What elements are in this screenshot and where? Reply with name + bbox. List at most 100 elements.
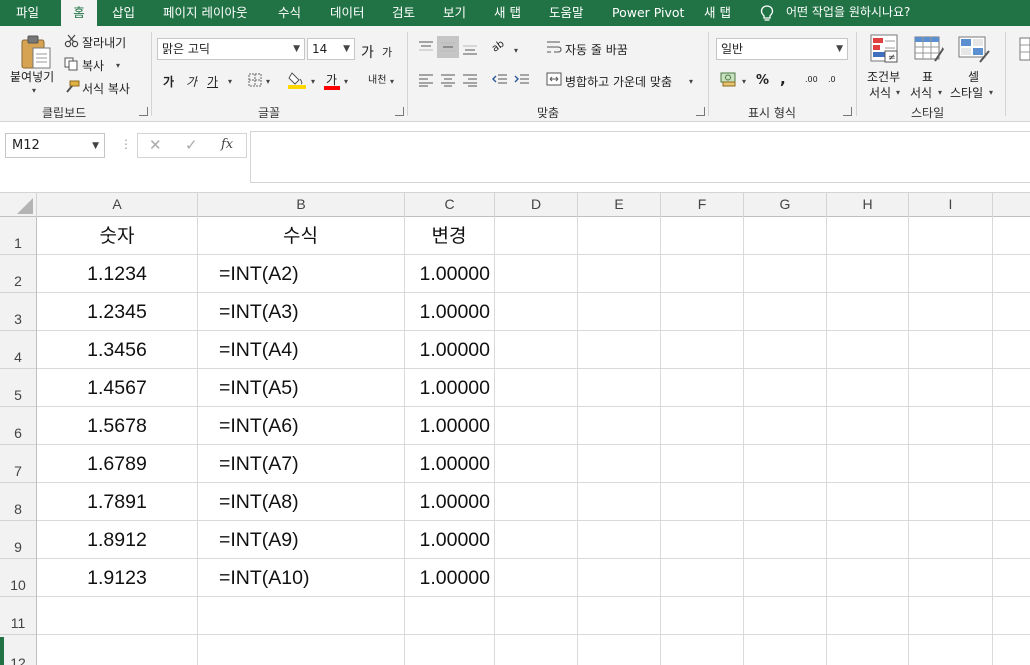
cell-styles-button[interactable]: 셀 [968, 68, 979, 85]
cell-a1[interactable]: 숫자 [37, 217, 197, 255]
align-middle-icon[interactable] [440, 40, 456, 54]
cell-b7[interactable]: =INT(A7) [197, 445, 404, 483]
tab-help[interactable]: 도움말 [549, 0, 584, 26]
merge-center-button[interactable]: 병합하고 가운데 맞춤 [565, 73, 672, 90]
decrease-indent-icon[interactable] [492, 73, 508, 87]
font-launcher-icon[interactable] [395, 107, 404, 116]
insert-function-icon[interactable]: fx [221, 137, 233, 152]
cell-b2[interactable]: =INT(A2) [197, 255, 404, 293]
font-size-combo[interactable]: 14 ▼ [307, 38, 355, 60]
underline-dropdown-icon[interactable]: ▾ [228, 77, 232, 86]
cell-c1[interactable]: 변경 [404, 217, 494, 255]
row-header-12[interactable]: 12 [0, 635, 36, 665]
row-header-7[interactable]: 7 [0, 445, 36, 483]
column-header-b[interactable]: B [198, 193, 405, 217]
column-header-i[interactable]: I [909, 193, 993, 217]
tab-power-pivot[interactable]: Power Pivot [612, 0, 684, 26]
fill-color-dropdown-icon[interactable]: ▾ [311, 77, 315, 86]
accounting-dropdown-icon[interactable]: ▾ [742, 77, 746, 86]
comma-button[interactable]: , [780, 70, 786, 88]
cell-b8[interactable]: =INT(A8) [197, 483, 404, 521]
decrease-decimal-button[interactable]: .0 [828, 75, 836, 84]
cut-button[interactable]: 잘라내기 [82, 34, 126, 51]
tab-file[interactable]: 파일 [16, 0, 39, 26]
tell-me-box[interactable]: 어떤 작업을 원하시나요? [760, 0, 910, 26]
format-as-table-button[interactable]: 표 [922, 68, 933, 85]
italic-button[interactable]: 가 [186, 73, 197, 90]
cell-c8[interactable]: 1.00000 [404, 483, 494, 521]
column-header-d[interactable]: D [495, 193, 578, 217]
align-left-icon[interactable] [418, 73, 434, 87]
percent-button[interactable]: % [756, 73, 769, 88]
merge-dropdown-icon[interactable]: ▾ [689, 77, 693, 86]
align-bottom-icon[interactable] [462, 42, 478, 56]
copy-button[interactable]: 복사 [82, 57, 104, 74]
row-header-9[interactable]: 9 [0, 521, 36, 559]
cell-c6[interactable]: 1.00000 [404, 407, 494, 445]
column-header-g[interactable]: G [744, 193, 827, 217]
cell-b1[interactable]: 수식 [197, 217, 404, 255]
name-box[interactable]: M12 ▼ [5, 133, 105, 158]
cell-styles-dropdown-icon[interactable]: ▾ [989, 88, 993, 97]
select-all-button[interactable] [0, 193, 37, 217]
enter-icon[interactable]: ✓ [185, 136, 198, 154]
format-as-table-icon[interactable] [914, 34, 944, 64]
tab-home[interactable]: 홈 [61, 0, 97, 26]
paste-dropdown-icon[interactable]: ▾ [32, 86, 36, 95]
cell-c3[interactable]: 1.00000 [404, 293, 494, 331]
accounting-format-icon[interactable] [720, 71, 738, 87]
format-table-dropdown-icon[interactable]: ▾ [938, 88, 942, 97]
cell-c4[interactable]: 1.00000 [404, 331, 494, 369]
increase-decimal-button[interactable]: .00 [805, 75, 818, 84]
cell-b3[interactable]: =INT(A3) [197, 293, 404, 331]
cell-a5[interactable]: 1.4567 [37, 369, 197, 407]
cell-b9[interactable]: =INT(A9) [197, 521, 404, 559]
tab-insert[interactable]: 삽입 [112, 0, 135, 26]
clipboard-launcher-icon[interactable] [139, 107, 148, 116]
phonetic-dropdown-icon[interactable]: ▾ [390, 77, 394, 86]
cell-b6[interactable]: =INT(A6) [197, 407, 404, 445]
tab-new-tab-2[interactable]: 새 탭 [704, 0, 731, 26]
phonetic-button[interactable]: 내천 [368, 71, 386, 86]
row-header-8[interactable]: 8 [0, 483, 36, 521]
cell-a2[interactable]: 1.1234 [37, 255, 197, 293]
align-right-icon[interactable] [462, 73, 478, 87]
font-color-dropdown-icon[interactable]: ▾ [344, 77, 348, 86]
tab-view[interactable]: 보기 [443, 0, 466, 26]
underline-button[interactable]: 가 [207, 73, 218, 90]
insert-cells-icon[interactable] [1016, 36, 1030, 64]
cell-b4[interactable]: =INT(A4) [197, 331, 404, 369]
tab-page-layout[interactable]: 페이지 레이아웃 [163, 0, 247, 26]
cell-c7[interactable]: 1.00000 [404, 445, 494, 483]
tab-data[interactable]: 데이터 [330, 0, 365, 26]
cell-a10[interactable]: 1.9123 [37, 559, 197, 597]
column-header-c[interactable]: C [405, 193, 495, 217]
cell-b5[interactable]: =INT(A5) [197, 369, 404, 407]
increase-indent-icon[interactable] [514, 73, 530, 87]
font-name-combo[interactable]: 맑은 고딕 ▼ [157, 38, 305, 60]
fill-color-icon[interactable] [288, 70, 306, 93]
conditional-formatting-button[interactable]: 조건부 [867, 68, 900, 85]
cell-a4[interactable]: 1.3456 [37, 331, 197, 369]
grow-font-button[interactable]: 가 [361, 42, 374, 62]
cell-a9[interactable]: 1.8912 [37, 521, 197, 559]
row-header-1[interactable]: 1 [0, 217, 36, 255]
row-header-2[interactable]: 2 [0, 255, 36, 293]
cell-a8[interactable]: 1.7891 [37, 483, 197, 521]
row-header-3[interactable]: 3 [0, 293, 36, 331]
orientation-dropdown-icon[interactable]: ▾ [514, 46, 518, 55]
cell-c10[interactable]: 1.00000 [404, 559, 494, 597]
cell-b10[interactable]: =INT(A10) [197, 559, 404, 597]
cell-c5[interactable]: 1.00000 [404, 369, 494, 407]
row-header-4[interactable]: 4 [0, 331, 36, 369]
number-format-combo[interactable]: 일반 ▼ [716, 38, 848, 60]
conditional-formatting-icon[interactable]: ≠ [870, 34, 900, 64]
column-header-e[interactable]: E [578, 193, 661, 217]
column-header-h[interactable]: H [827, 193, 909, 217]
copy-dropdown-icon[interactable]: ▾ [116, 61, 120, 70]
format-painter-button[interactable]: 서식 복사 [82, 80, 130, 97]
row-header-10[interactable]: 10 [0, 559, 36, 597]
shrink-font-button[interactable]: 가 [382, 44, 392, 60]
row-header-11[interactable]: 11 [0, 597, 36, 635]
formula-input[interactable] [250, 131, 1030, 183]
